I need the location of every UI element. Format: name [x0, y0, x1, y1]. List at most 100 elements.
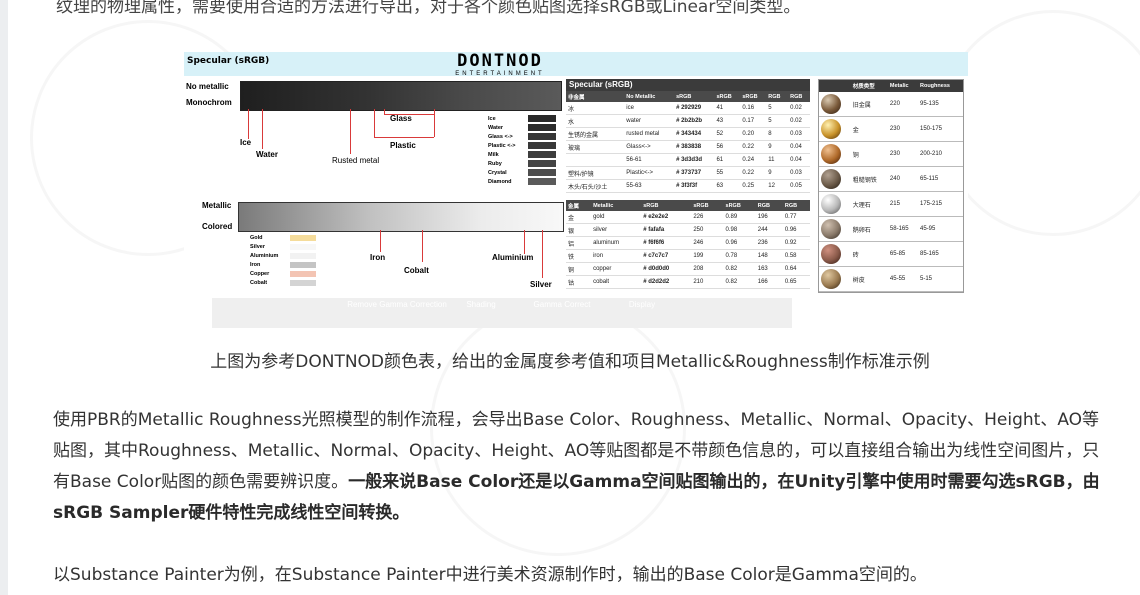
- material-sphere-icon: [821, 119, 841, 139]
- table-cell: 63: [714, 179, 741, 193]
- table-cell: 砖: [850, 241, 888, 267]
- table-cell: 0.22: [740, 166, 767, 180]
- table-cell: 11: [766, 153, 789, 167]
- table-cell: 208: [691, 262, 724, 276]
- table-cell: 铜: [566, 262, 592, 276]
- table-row: 铝 aluminum # f6f6f6 246 0.96 236 0.92: [566, 236, 810, 250]
- table-cell: 9: [766, 166, 789, 180]
- label-cobalt: Cobalt: [404, 266, 429, 275]
- label-aluminium: Aluminium: [492, 253, 534, 262]
- table-cell: silver: [591, 223, 642, 237]
- metallic-gradient-bar: [238, 202, 564, 232]
- table-header: sRGB: [723, 200, 756, 211]
- table-row: 旧金属 220 95-135: [819, 92, 963, 117]
- table-cell: ice: [624, 102, 675, 115]
- table-row: 塑料/护镜 Plastic<-> # 373737 55 0.22 9 0.03: [566, 166, 810, 180]
- table-cell: # 343434: [674, 127, 715, 141]
- table-cell: 0.89: [723, 211, 756, 224]
- material-ball-cell: [819, 92, 851, 117]
- table-cell: 铜: [850, 141, 888, 167]
- material-sphere-icon: [821, 144, 841, 164]
- table-cell: 金: [566, 211, 592, 224]
- table-cell: 58-165: [887, 216, 918, 242]
- pointer-line: [524, 230, 525, 254]
- table-cell: water: [624, 114, 675, 128]
- table-header: 金属: [566, 200, 592, 211]
- table-cell: 210: [691, 275, 724, 289]
- pointer-line: [542, 230, 543, 278]
- table-cell: 水: [566, 114, 625, 128]
- table-row: 粗糙钢铁 240 65-115: [819, 166, 963, 192]
- color-label: Copper: [250, 271, 270, 277]
- color-swatch-silver: [290, 244, 316, 250]
- material-sphere-icon: [821, 169, 841, 189]
- logo-main: DONTNOD: [457, 51, 543, 71]
- table-row: 钴 cobalt # d2d2d2 210 0.82 166 0.65: [566, 275, 810, 289]
- table-cell: 196: [755, 211, 783, 224]
- table-cell: 0.96: [723, 236, 756, 250]
- table-cell: gold: [591, 211, 642, 224]
- table-cell: 61: [714, 153, 741, 167]
- table-cell: # 3f3f3f: [674, 179, 715, 193]
- label-silver: Silver: [530, 280, 552, 289]
- table-cell: # f6f6f6: [641, 236, 692, 250]
- table-row: 56-61 # 3d3d3d 61 0.24 11 0.04: [566, 153, 810, 167]
- table-cell: 0.24: [740, 153, 767, 167]
- table-cell: # c7c7c7: [641, 249, 692, 263]
- table-cell: 0.96: [782, 223, 810, 237]
- label-water: Water: [256, 150, 278, 159]
- table-cell: 95-135: [917, 92, 963, 117]
- table-cell: Glass<->: [624, 140, 675, 154]
- table-cell: 铁: [566, 249, 592, 263]
- table-cell: 65-115: [917, 166, 963, 192]
- table-cell: 0.64: [782, 262, 810, 276]
- logo-sub: ENTERTAINMENT: [455, 71, 545, 77]
- table-cell: # 383838: [674, 140, 715, 154]
- table-header: [819, 80, 851, 92]
- material-ball-cell: [819, 216, 851, 242]
- table-cell: 250: [691, 223, 724, 237]
- table-header: RGB: [782, 200, 810, 211]
- table-cell: copper: [591, 262, 642, 276]
- color-label: Silver: [250, 244, 265, 250]
- table-row: 金 gold # e2e2e2 226 0.89 196 0.77: [566, 211, 810, 224]
- table-cell: 45-95: [917, 216, 963, 242]
- watermark-circle: [940, 10, 1140, 236]
- table-cell: 55: [714, 166, 741, 180]
- table-cell: 大理石: [850, 191, 888, 217]
- table-cell: 金: [850, 116, 888, 142]
- table-cell: 226: [691, 211, 724, 224]
- table-row: 铜 copper # d0d0d0 208 0.82 163 0.64: [566, 262, 810, 276]
- pipeline-strip: Remove Gamma Correction Shading Gamma Co…: [212, 298, 792, 328]
- table-cell: 150-175: [917, 116, 963, 142]
- table-header: 材质类型: [850, 80, 888, 92]
- table-row: 银 silver # fafafa 250 0.98 244 0.96: [566, 223, 810, 237]
- table-header: Metalic: [887, 80, 918, 92]
- material-ball-cell: [819, 116, 851, 142]
- figure-header: Specular (sRGB) DONTNOD ENTERTAINMENT: [184, 51, 968, 77]
- table-cell: 9: [766, 140, 789, 154]
- pointer-line: [422, 230, 423, 262]
- table-cell: 8: [766, 127, 789, 141]
- left-margin-bar: [0, 0, 8, 595]
- table-cell: 0.04: [788, 153, 810, 167]
- table-cell: # 2b2b2b: [674, 114, 715, 128]
- table-cell: 0.17: [740, 114, 767, 128]
- top-cut-text: 纹理的物理属性，需要使用合适的方法进行导出，对于各个颜色贴图选择sRGB或Lin…: [56, 0, 801, 17]
- table-cell: 12: [766, 179, 789, 193]
- label-iron: Iron: [370, 253, 386, 262]
- body-paragraph-1: 使用PBR的Metallic Roughness光照模型的制作流程，会导出Bas…: [53, 405, 1113, 529]
- table-cell: 0.65: [782, 275, 810, 289]
- pointer-line: [374, 137, 434, 138]
- material-ball-cell: [819, 141, 851, 167]
- table-cell: 冰: [566, 102, 625, 115]
- label-monochrom: Monochrom: [186, 98, 232, 107]
- metal-specular-table: 金属 Metallic sRGB sRGB sRGB RGB RGB 金 gol…: [566, 200, 810, 289]
- table-cell: 199: [691, 249, 724, 263]
- swatch-plastic: [528, 142, 556, 149]
- table-cell: 215: [887, 191, 918, 217]
- color-swatch-gold: [290, 235, 316, 241]
- table-row: 冰 ice # 292929 41 0.16 5 0.02: [566, 102, 810, 115]
- table-cell: 塑料/护镜: [566, 166, 625, 180]
- table-header: RGB: [766, 91, 789, 102]
